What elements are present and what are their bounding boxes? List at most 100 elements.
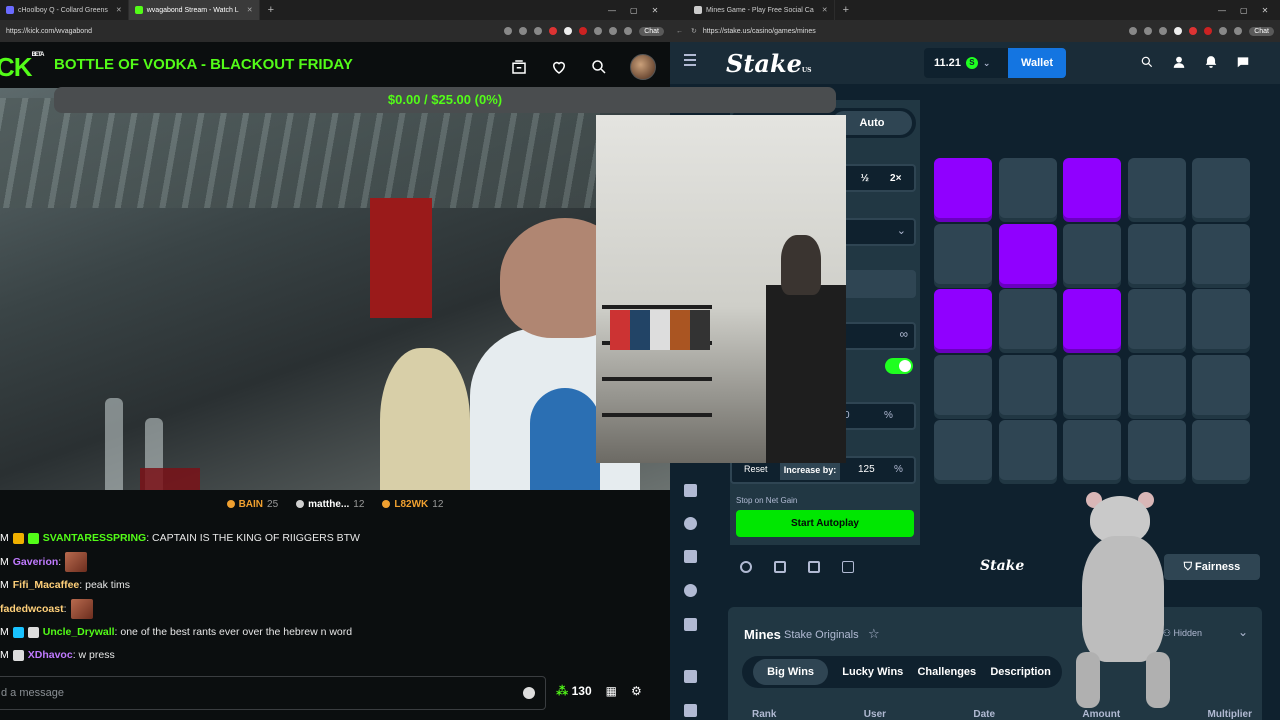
- menu-icon[interactable]: [684, 54, 696, 69]
- close-window-icon[interactable]: ✕: [1262, 6, 1269, 15]
- profile-icon[interactable]: [1234, 27, 1243, 35]
- avatar[interactable]: [630, 54, 656, 80]
- leader-item[interactable]: BAIN 25: [226, 499, 278, 510]
- chat-icon[interactable]: [1236, 55, 1250, 69]
- casino-icon[interactable]: [684, 484, 697, 497]
- chat-message[interactable]: M SVANTARESSPRING: CAPTAIN IS THE KING O…: [0, 532, 360, 544]
- channel-points-button[interactable]: ⁂ 130: [556, 684, 592, 698]
- read-aloud-icon[interactable]: [519, 27, 528, 35]
- chat-message[interactable]: M Gaverion:: [0, 552, 88, 572]
- heart-icon[interactable]: [550, 58, 568, 76]
- tab-kendrick[interactable]: cHoolboy Q - Collard Greens ✕: [0, 0, 129, 20]
- extension-red-icon[interactable]: [549, 27, 558, 35]
- chat-username[interactable]: Uncle_Drywall: [43, 626, 115, 638]
- read-aloud-icon[interactable]: [1144, 27, 1153, 35]
- maximize-icon[interactable]: ▢: [1240, 6, 1248, 15]
- back-icon[interactable]: ←: [676, 28, 683, 35]
- flask-icon[interactable]: [684, 550, 697, 563]
- start-autoplay-button[interactable]: Start Autoplay: [736, 510, 914, 537]
- url-field[interactable]: https://kick.com/wvagabond: [6, 28, 504, 35]
- extension-puzzle-icon[interactable]: [594, 27, 603, 35]
- more-icon[interactable]: [624, 27, 633, 35]
- chat-username[interactable]: fadedwcoast: [0, 603, 64, 615]
- mines-tile[interactable]: [1063, 223, 1121, 284]
- mines-tile[interactable]: [1127, 158, 1186, 218]
- leader-item[interactable]: L82WK 12: [382, 499, 443, 510]
- reset-button[interactable]: Reset: [744, 464, 768, 474]
- chat-username[interactable]: SVANTARESSPRING: [43, 532, 146, 544]
- mines-tile[interactable]: [998, 420, 1057, 480]
- mines-tile[interactable]: [1192, 289, 1250, 349]
- minimize-icon[interactable]: —: [1218, 6, 1226, 15]
- profile-icon[interactable]: [609, 27, 618, 35]
- user-icon[interactable]: [1172, 55, 1186, 69]
- leader-item[interactable]: matthe... 12: [296, 499, 364, 510]
- close-icon[interactable]: ✕: [822, 6, 828, 14]
- mines-tile[interactable]: [934, 354, 992, 415]
- extension-red-icon[interactable]: [1189, 27, 1198, 35]
- chat-message[interactable]: fadedwcoast:: [0, 599, 93, 619]
- search-icon[interactable]: [590, 58, 608, 76]
- zoom-icon[interactable]: [1129, 27, 1138, 35]
- tab-stake-mines[interactable]: Mines Game - Play Free Social Ca ✕: [688, 0, 835, 20]
- star-icon[interactable]: ☆: [868, 626, 880, 642]
- chat-username[interactable]: XDhavoc: [28, 649, 73, 661]
- store-icon[interactable]: ▦: [606, 684, 617, 698]
- tab-big-wins[interactable]: Big Wins: [753, 659, 829, 685]
- mines-tile[interactable]: [1127, 223, 1186, 284]
- url-field[interactable]: https://stake.us/casino/games/mines: [703, 28, 1129, 35]
- favorite-icon[interactable]: [1159, 27, 1168, 35]
- extension-diamond-icon[interactable]: [564, 27, 573, 35]
- extension-youtube-icon[interactable]: [1204, 27, 1213, 35]
- balance-selector[interactable]: 11.21 S ⌄: [924, 48, 1008, 78]
- advanced-toggle[interactable]: [885, 358, 913, 374]
- chat-message[interactable]: M Uncle_Drywall: one of the best rants e…: [0, 626, 352, 638]
- emoji-icon[interactable]: [523, 687, 535, 699]
- mines-tile-gem[interactable]: [1063, 158, 1121, 218]
- mines-tile-gem[interactable]: [998, 223, 1057, 284]
- mines-tile[interactable]: [934, 420, 992, 480]
- new-tab-icon[interactable]: +: [835, 4, 857, 16]
- tab-lucky-wins[interactable]: Lucky Wins: [842, 666, 903, 678]
- chevron-down-icon[interactable]: ⌄: [1238, 625, 1248, 639]
- mines-tile[interactable]: [1127, 289, 1186, 349]
- mines-tile[interactable]: [1192, 158, 1250, 218]
- extension-diamond-icon[interactable]: [1174, 27, 1183, 35]
- maximize-icon[interactable]: ▢: [630, 6, 638, 15]
- refresh-icon[interactable]: ↻: [691, 27, 697, 35]
- gift-icon[interactable]: [684, 670, 697, 683]
- settings-icon[interactable]: ⚙: [631, 684, 642, 698]
- close-icon[interactable]: ✕: [116, 6, 122, 14]
- chat-message[interactable]: M XDhavoc: w press: [0, 649, 115, 661]
- chat-username[interactable]: Gaverion: [13, 556, 59, 568]
- mines-tile-gem[interactable]: [934, 289, 992, 349]
- stream-video[interactable]: [0, 88, 670, 490]
- extension-puzzle-icon[interactable]: [1219, 27, 1228, 35]
- mines-tile[interactable]: [934, 223, 992, 284]
- tab-description[interactable]: Description: [990, 666, 1051, 678]
- game-subtitle[interactable]: Stake Originals: [784, 629, 859, 641]
- sports-icon[interactable]: [684, 517, 697, 530]
- new-tab-icon[interactable]: +: [260, 4, 282, 16]
- copilot-chat-button[interactable]: Chat: [1249, 26, 1274, 36]
- search-icon[interactable]: [1140, 55, 1154, 69]
- mines-tile[interactable]: [1127, 354, 1186, 415]
- extension-youtube-icon[interactable]: [579, 27, 588, 35]
- mines-tile[interactable]: [1127, 420, 1186, 480]
- mines-tile[interactable]: [1063, 420, 1121, 480]
- mines-tile-gem[interactable]: [1063, 289, 1121, 349]
- stats-icon[interactable]: [808, 561, 820, 573]
- mines-tile[interactable]: [1192, 223, 1250, 284]
- notes-icon[interactable]: [684, 704, 697, 717]
- close-window-icon[interactable]: ✕: [652, 6, 659, 15]
- chat-message[interactable]: M Fifi_Macaffee: peak tims: [0, 579, 130, 591]
- wallet-button[interactable]: Wallet: [1008, 48, 1066, 78]
- mines-tile[interactable]: [998, 158, 1057, 218]
- theatre-icon[interactable]: [774, 561, 786, 573]
- close-icon[interactable]: ✕: [247, 6, 253, 14]
- stake-logo[interactable]: StakeUS: [726, 49, 811, 78]
- bell-icon[interactable]: [1204, 55, 1218, 69]
- popout-icon[interactable]: [842, 561, 854, 573]
- settings-icon[interactable]: [740, 561, 752, 573]
- chat-input[interactable]: d a message: [0, 676, 546, 710]
